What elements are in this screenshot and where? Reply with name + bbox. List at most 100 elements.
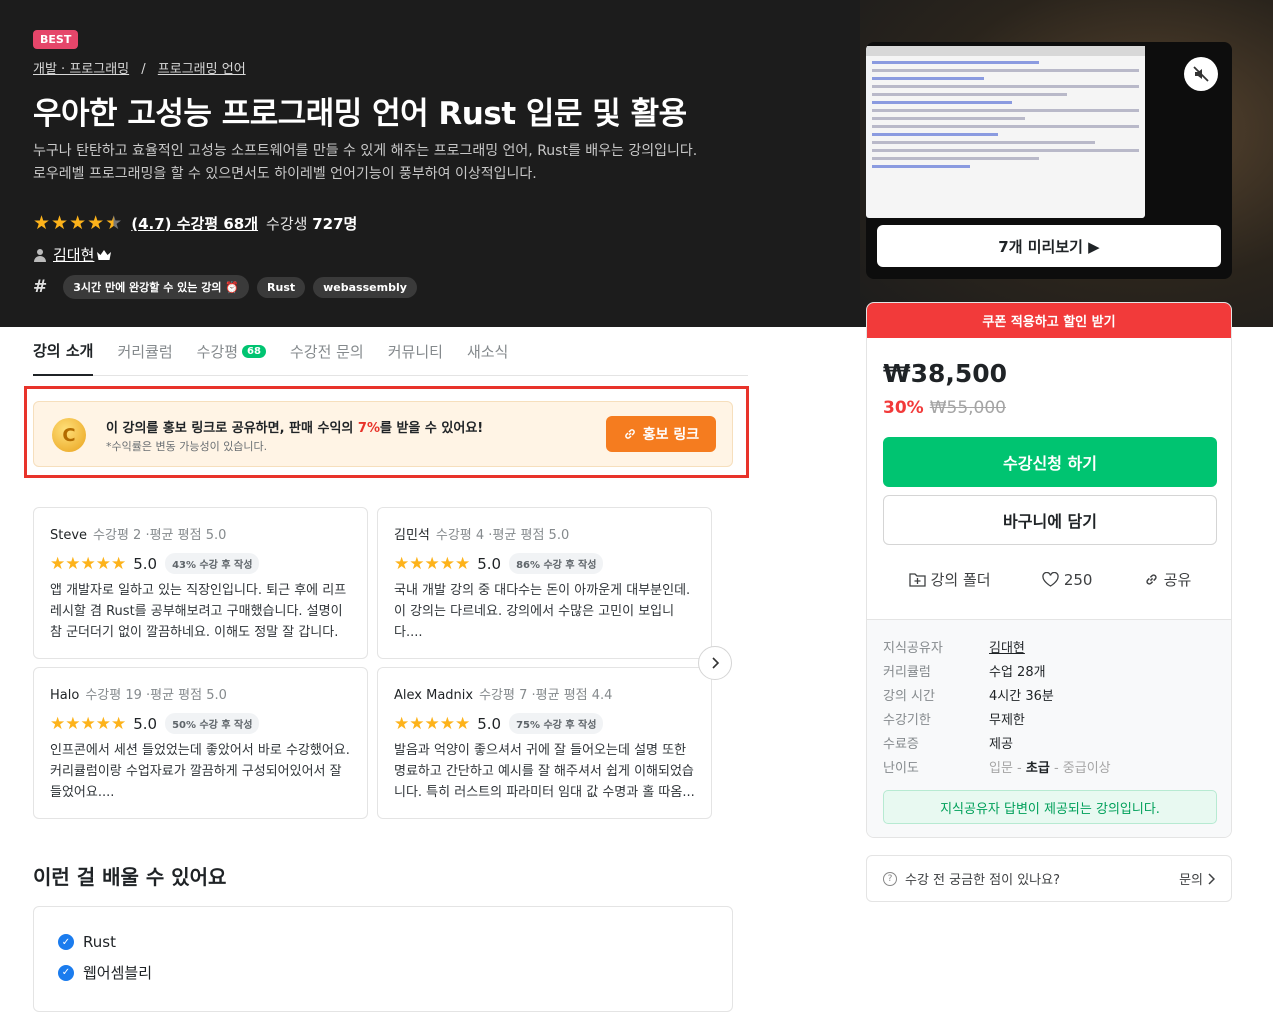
promo-button-label: 홍보 링크 (642, 427, 700, 443)
review-count-badge: 68 (242, 344, 266, 358)
preview-button[interactable]: 7개 미리보기 ▶ (877, 225, 1221, 267)
review-progress-pill: 43% 수강 후 작성 (165, 553, 260, 574)
link-icon (1146, 574, 1157, 585)
reviewer-name: Halo (50, 688, 80, 703)
level-separator: - (1012, 760, 1026, 776)
tag[interactable]: Rust (257, 276, 306, 298)
coin-icon: C (52, 418, 86, 452)
check-icon: ✓ (58, 964, 74, 981)
info-row: 수강기한 무제한 (883, 706, 1217, 730)
info-value: 4시간 36분 (989, 688, 1054, 704)
hashtag-icon: # (33, 277, 48, 297)
inquiry-label: 문의 (1179, 873, 1203, 888)
instructor-name[interactable]: 김대현 (53, 244, 94, 265)
reviews-next-button[interactable] (698, 646, 732, 680)
breadcrumb-separator: / (141, 62, 146, 77)
info-key: 수강기한 (883, 712, 931, 728)
info-row: 난이도 입문 - 초급 - 중급이상 (883, 754, 1217, 778)
instructor-link[interactable]: 김대현 (989, 637, 1025, 656)
review-progress-pill: 75% 수강 후 작성 (509, 713, 604, 734)
link-icon (624, 429, 635, 439)
question-box[interactable]: ? 수강 전 궁금한 점이 있나요? 문의 (866, 855, 1232, 902)
folder-plus-icon (908, 573, 926, 587)
heart-icon (1042, 572, 1059, 587)
mute-button[interactable] (1184, 57, 1218, 91)
review-progress-pill: 50% 수강 후 작성 (165, 713, 260, 734)
add-to-cart-button[interactable]: 바구니에 담기 (883, 495, 1217, 545)
breadcrumb: 개발 · 프로그래밍 / 프로그래밍 언어 (33, 58, 246, 77)
review-body: 발음과 억양이 좋으셔서 귀에 잘 들어오는데 설명 또한 명료하고 간단하고 … (394, 743, 695, 800)
tag[interactable]: 3시간 만에 완강할 수 있는 강의 ⏰ (63, 275, 250, 299)
tab-reviews[interactable]: 수강평 68 (197, 327, 266, 376)
folder-button[interactable]: 강의 폴더 (908, 569, 991, 590)
learn-item-label: Rust (83, 933, 116, 951)
discount-row: 30% ₩55,000 (883, 398, 1006, 418)
course-tabs: 강의 소개 커리큘럼 수강평 68 수강전 문의 커뮤니티 새소식 (33, 327, 748, 376)
question-icon: ? (883, 871, 897, 886)
like-count: 250 (1063, 570, 1093, 589)
user-icon (34, 248, 46, 262)
chevron-right-icon (1208, 872, 1215, 885)
enroll-button[interactable]: 수강신청 하기 (883, 437, 1217, 487)
preview-video[interactable]: 7개 미리보기 ▶ (866, 42, 1232, 279)
action-row: 강의 폴더 250 공유 (883, 569, 1217, 590)
review-card[interactable]: Halo 수강평 19 ·평균 평점 5.0 ★★★★★ 5.0 50% 수강 후 작… (33, 667, 368, 819)
breadcrumb-subcategory[interactable]: 프로그래밍 언어 (158, 62, 246, 77)
promo-text-after: 를 받을 수 있어요! (379, 421, 484, 436)
review-score: 5.0 (477, 554, 502, 573)
review-card[interactable]: 김민석 수강평 4 ·평균 평점 5.0 ★★★★★ 5.0 86% 수강 후 작성 … (377, 507, 712, 659)
info-key: 수료증 (883, 736, 919, 752)
review-card[interactable]: Steve 수강평 2 ·평균 평점 5.0 ★★★★★ 5.0 43% 수강 후 작… (33, 507, 368, 659)
course-info: 지식공유자 김대현 커리큘럼 수업 28개 강의 시간 4시간 36분 수강기한 무제한… (867, 619, 1231, 837)
promo-note: *수익률은 변동 가능성이 있습니다. (106, 440, 268, 453)
info-key: 지식공유자 (883, 640, 943, 656)
info-row: 수료증 제공 (883, 730, 1217, 754)
info-key: 커리큘럼 (883, 664, 931, 680)
review-body: 인프콘에서 세션 들었었는데 좋았어서 바로 수강했어요. 커리큘럼이랑 수업자… (50, 743, 350, 800)
instructor-answer-notice: 지식공유자 답변이 제공되는 강의입니다. (883, 790, 1217, 824)
info-value: 수업 28개 (989, 664, 1046, 680)
mute-icon (1193, 66, 1209, 82)
coupon-banner[interactable]: 쿠폰 적용하고 할인 받기 (867, 303, 1231, 338)
reviewer-meta: 수강평 19 ·평균 평점 5.0 (85, 688, 227, 703)
star-icon: ★★★★★ (50, 553, 127, 574)
review-score: 5.0 (133, 714, 158, 733)
tab-curriculum[interactable]: 커리큘럼 (117, 327, 172, 376)
promo-percent: 7% (357, 421, 380, 436)
tag[interactable]: webassembly (313, 276, 417, 298)
breadcrumb-category[interactable]: 개발 · 프로그래밍 (33, 62, 129, 77)
star-icon: ★ (69, 212, 87, 234)
review-card[interactable]: Alex Madnix 수강평 7 ·평균 평점 4.4 ★★★★★ 5.0 75% … (377, 667, 712, 819)
tab-news[interactable]: 새소식 (467, 327, 508, 376)
level-value: 입문 - 초급 - 중급이상 (989, 757, 1111, 776)
folder-label: 강의 폴더 (930, 571, 991, 589)
reviewer-name: Alex Madnix (394, 688, 474, 703)
original-price: ₩55,000 (929, 398, 1006, 418)
promo-link-button[interactable]: 홍보 링크 (606, 416, 716, 452)
level-elementary: 초급 (1025, 760, 1050, 776)
inquiry-link[interactable]: 문의 (1179, 869, 1215, 888)
rating-row: ★ ★ ★ ★ ★ (4.7) 수강평 68개 수강생 727명 (33, 212, 357, 234)
students-value: 727명 (312, 214, 358, 233)
star-icon: ★ (33, 212, 51, 234)
tab-questions[interactable]: 수강전 문의 (290, 327, 364, 376)
rating-link[interactable]: (4.7) 수강평 68개 (131, 213, 258, 234)
chevron-right-icon (712, 657, 720, 669)
student-count: 수강생 727명 (266, 213, 357, 234)
course-description: 누구나 탄탄하고 효율적인 고성능 소프트웨어를 만들 수 있게 해주는 프로그… (33, 143, 698, 182)
review-body: 앱 개발자로 일하고 있는 직장인입니다. 퇴근 후에 리프레시할 겸 Rust… (50, 583, 347, 640)
tab-community[interactable]: 커뮤니티 (388, 327, 443, 376)
share-label: 공유 (1163, 571, 1192, 589)
reviewer-name: Steve (50, 528, 88, 543)
purchase-card: 쿠폰 적용하고 할인 받기 ₩38,500 30% ₩55,000 수강신청 하기… (866, 302, 1232, 838)
review-progress-pill: 86% 수강 후 작성 (509, 553, 604, 574)
tab-intro[interactable]: 강의 소개 (33, 327, 94, 376)
promo-text: 이 강의를 홍보 링크로 공유하면, 판매 수익의 7%를 받을 수 있어요! (106, 417, 483, 436)
like-button[interactable]: 250 (1042, 569, 1093, 590)
info-value: 무제한 (989, 712, 1025, 728)
best-badge: BEST (33, 30, 79, 49)
share-button[interactable]: 공유 (1144, 569, 1192, 590)
info-key: 강의 시간 (883, 688, 935, 704)
star-icon: ★★★★★ (50, 713, 127, 734)
info-row: 강의 시간 4시간 36분 (883, 682, 1217, 706)
